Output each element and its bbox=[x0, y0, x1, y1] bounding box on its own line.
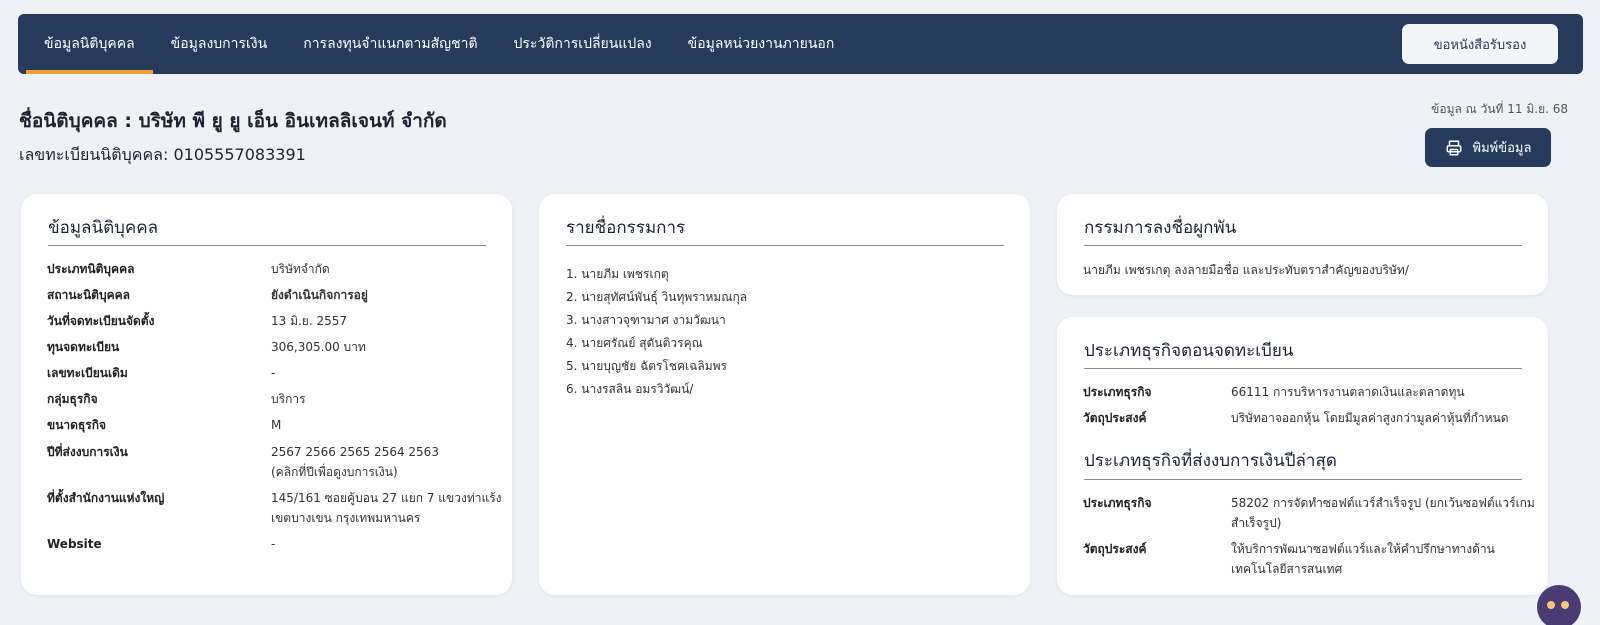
row-value: 306,305.00 บาท bbox=[271, 340, 366, 354]
printer-icon bbox=[1446, 140, 1462, 155]
row-label: ประเภทธุรกิจ bbox=[1083, 496, 1152, 510]
nav-tabs: ข้อมูลนิติบุคคล ข้อมูลงบการเงิน การลงทุน… bbox=[26, 14, 852, 74]
entity-row-status: สถานะนิติบุคคล ยังดำเนินกิจการอยู่ bbox=[47, 285, 368, 305]
tab-investment-by-nationality[interactable]: การลงทุนจำแนกตามสัญชาติ bbox=[285, 14, 495, 74]
list-item: 2. นายสุทัศน์พันธุ์ วินทุพราหมณกุล bbox=[566, 290, 748, 304]
list-item: 3. นางสาวจุฑามาศ งามวัฒนา bbox=[566, 313, 726, 327]
directors-card: รายชื่อกรรมการ 1. นายภีม เพชรเกตุ 2. นาย… bbox=[539, 194, 1030, 595]
directors-list: 1. นายภีม เพชรเกตุ 2. นายสุทัศน์พันธุ์ ว… bbox=[566, 264, 747, 402]
financial-years-link[interactable]: 2567 2566 2565 2564 2563 bbox=[271, 442, 439, 462]
entity-row-reg-date: วันที่จดทะเบียนจัดตั้ง 13 มิ.ย. 2557 bbox=[47, 311, 347, 331]
page-title: ชื่อนิติบุคคล : บริษัท พี ยู ยู เอ็น อิน… bbox=[19, 110, 447, 132]
entity-row-fin-years: ปีที่ส่งงบการเงิน 2567 2566 2565 2564 25… bbox=[47, 442, 439, 482]
list-item: 6. นางรสลิน อมรวิวัฒน์/ bbox=[566, 382, 694, 396]
chatbot-mascot-icon[interactable] bbox=[1537, 585, 1581, 625]
divider bbox=[48, 245, 486, 246]
row-value: - bbox=[271, 366, 276, 380]
tab-external-agency-info[interactable]: ข้อมูลหน่วยงานภายนอก bbox=[670, 14, 853, 74]
entity-row-business-group: กลุ่มธุรกิจ บริการ bbox=[47, 389, 306, 409]
address-line-2: เขตบางเขน กรุงเทพมหานคร bbox=[271, 511, 421, 525]
row-value: 58202 การจัดทำซอฟต์แวร์สำเร็จรูป (ยกเว้น… bbox=[1231, 496, 1535, 510]
data-date: ข้อมูล ณ วันที่ 11 มิ.ย. 68 bbox=[1431, 102, 1568, 116]
status-badge: ยังดำเนินกิจการอยู่ bbox=[271, 288, 368, 302]
tab-change-history[interactable]: ประวัติการเปลี่ยนแปลง bbox=[496, 14, 670, 74]
row-value: ให้บริการพัฒนาซอฟต์แวร์และให้คำปรึกษาทาง… bbox=[1231, 542, 1495, 556]
row-label: เลขทะเบียนเดิม bbox=[47, 366, 128, 380]
entity-info-card: ข้อมูลนิติบุคคล ประเภทนิติบุคคล บริษัทจำ… bbox=[21, 194, 512, 595]
row-value-cont: เทคโนโลยีสารสนเทศ bbox=[1231, 562, 1343, 576]
list-item: 5. นายบุญชัย ฉัตรโชคเฉลิมพร bbox=[566, 359, 727, 373]
divider bbox=[1084, 245, 1522, 246]
request-certificate-button[interactable]: ขอหนังสือรับรอง bbox=[1402, 24, 1558, 64]
row-label: ขนาดธุรกิจ bbox=[47, 418, 107, 432]
list-item: 1. นายภีม เพชรเกตุ bbox=[566, 267, 669, 281]
row-value: บริษัทอาจออกหุ้น โดยมีมูลค่าสูงกว่ามูลค่… bbox=[1231, 411, 1509, 425]
business-reg-title: ประเภทธุรกิจตอนจดทะเบียน bbox=[1084, 341, 1294, 361]
print-button-label: พิมพ์ข้อมูล bbox=[1472, 141, 1532, 156]
entity-row-capital: ทุนจดทะเบียน 306,305.00 บาท bbox=[47, 337, 366, 357]
registration-number: เลขทะเบียนนิติบุคคล: 0105557083391 bbox=[19, 145, 306, 164]
business-latest-row-objective: วัตถุประสงค์ ให้บริการพัฒนาซอฟต์แวร์และใ… bbox=[1083, 539, 1495, 579]
row-label: ทุนจดทะเบียน bbox=[47, 340, 120, 354]
business-reg-row-type: ประเภทธุรกิจ 66111 การบริหารงานตลาดเงินแ… bbox=[1083, 382, 1465, 402]
business-reg-row-objective: วัตถุประสงค์ บริษัทอาจออกหุ้น โดยมีมูลค่… bbox=[1083, 408, 1509, 428]
row-label: กลุ่มธุรกิจ bbox=[47, 392, 98, 406]
entity-row-business-size: ขนาดธุรกิจ M bbox=[47, 415, 281, 435]
signing-directors-card: กรรมการลงชื่อผูกพัน นายภีม เพชรเกตุ ลงลา… bbox=[1057, 194, 1548, 295]
entity-info-title: ข้อมูลนิติบุคคล bbox=[48, 218, 159, 238]
business-type-card: ประเภทธุรกิจตอนจดทะเบียน ประเภทธุรกิจ 66… bbox=[1057, 317, 1548, 595]
row-label: วันที่จดทะเบียนจัดตั้ง bbox=[47, 314, 155, 328]
address-line-1: 145/161 ซอยคู้บอน 27 แยก 7 แขวงท่าแร้ง bbox=[271, 491, 502, 505]
row-label: ปีที่ส่งงบการเงิน bbox=[47, 445, 128, 459]
entity-row-old-reg: เลขทะเบียนเดิม - bbox=[47, 363, 275, 383]
list-item: 4. นายศรัณย์ สุดันติวรคุณ bbox=[566, 336, 703, 350]
row-value-cont: สำเร็จรูป) bbox=[1231, 516, 1282, 530]
divider bbox=[1084, 368, 1522, 369]
divider bbox=[566, 245, 1004, 246]
business-latest-title: ประเภทธุรกิจที่ส่งงบการเงินปีล่าสุด bbox=[1084, 451, 1337, 471]
row-value: 66111 การบริหารงานตลาดเงินและตลาดทุน bbox=[1231, 385, 1465, 399]
business-latest-row-type: ประเภทธุรกิจ 58202 การจัดทำซอฟต์แวร์สำเร… bbox=[1083, 493, 1535, 533]
signing-title: กรรมการลงชื่อผูกพัน bbox=[1084, 218, 1237, 238]
divider bbox=[1084, 479, 1522, 480]
top-navbar: ข้อมูลนิติบุคคล ข้อมูลงบการเงิน การลงทุน… bbox=[18, 14, 1583, 74]
financial-years-hint: (คลิกที่ปีเพื่อดูงบการเงิน) bbox=[271, 465, 398, 479]
row-value: บริการ bbox=[271, 392, 306, 406]
directors-title: รายชื่อกรรมการ bbox=[566, 218, 686, 238]
entity-row-address: ที่ตั้งสำนักงานแห่งใหญ่ 145/161 ซอยคู้บอ… bbox=[47, 488, 502, 528]
print-button[interactable]: พิมพ์ข้อมูล bbox=[1425, 128, 1551, 167]
row-label: ที่ตั้งสำนักงานแห่งใหญ่ bbox=[47, 491, 165, 505]
row-label: Website bbox=[47, 537, 102, 551]
tab-financial-statements[interactable]: ข้อมูลงบการเงิน bbox=[153, 14, 286, 74]
row-label: ประเภทธุรกิจ bbox=[1083, 385, 1152, 399]
row-label: วัตถุประสงค์ bbox=[1083, 411, 1147, 425]
entity-row-type: ประเภทนิติบุคคล บริษัทจำกัด bbox=[47, 259, 330, 279]
row-value: M bbox=[271, 418, 282, 432]
entity-row-website: Website - bbox=[47, 534, 275, 554]
tab-entity-info[interactable]: ข้อมูลนิติบุคคล bbox=[26, 14, 153, 74]
row-value: - bbox=[271, 537, 276, 551]
row-value: 13 มิ.ย. 2557 bbox=[271, 314, 348, 328]
row-label: วัตถุประสงค์ bbox=[1083, 542, 1147, 556]
row-value: บริษัทจำกัด bbox=[271, 262, 330, 276]
row-label: สถานะนิติบุคคล bbox=[47, 288, 130, 302]
signing-text: นายภีม เพชรเกตุ ลงลายมือชื่อ และประทับตร… bbox=[1083, 263, 1409, 277]
row-label: ประเภทนิติบุคคล bbox=[47, 262, 135, 276]
